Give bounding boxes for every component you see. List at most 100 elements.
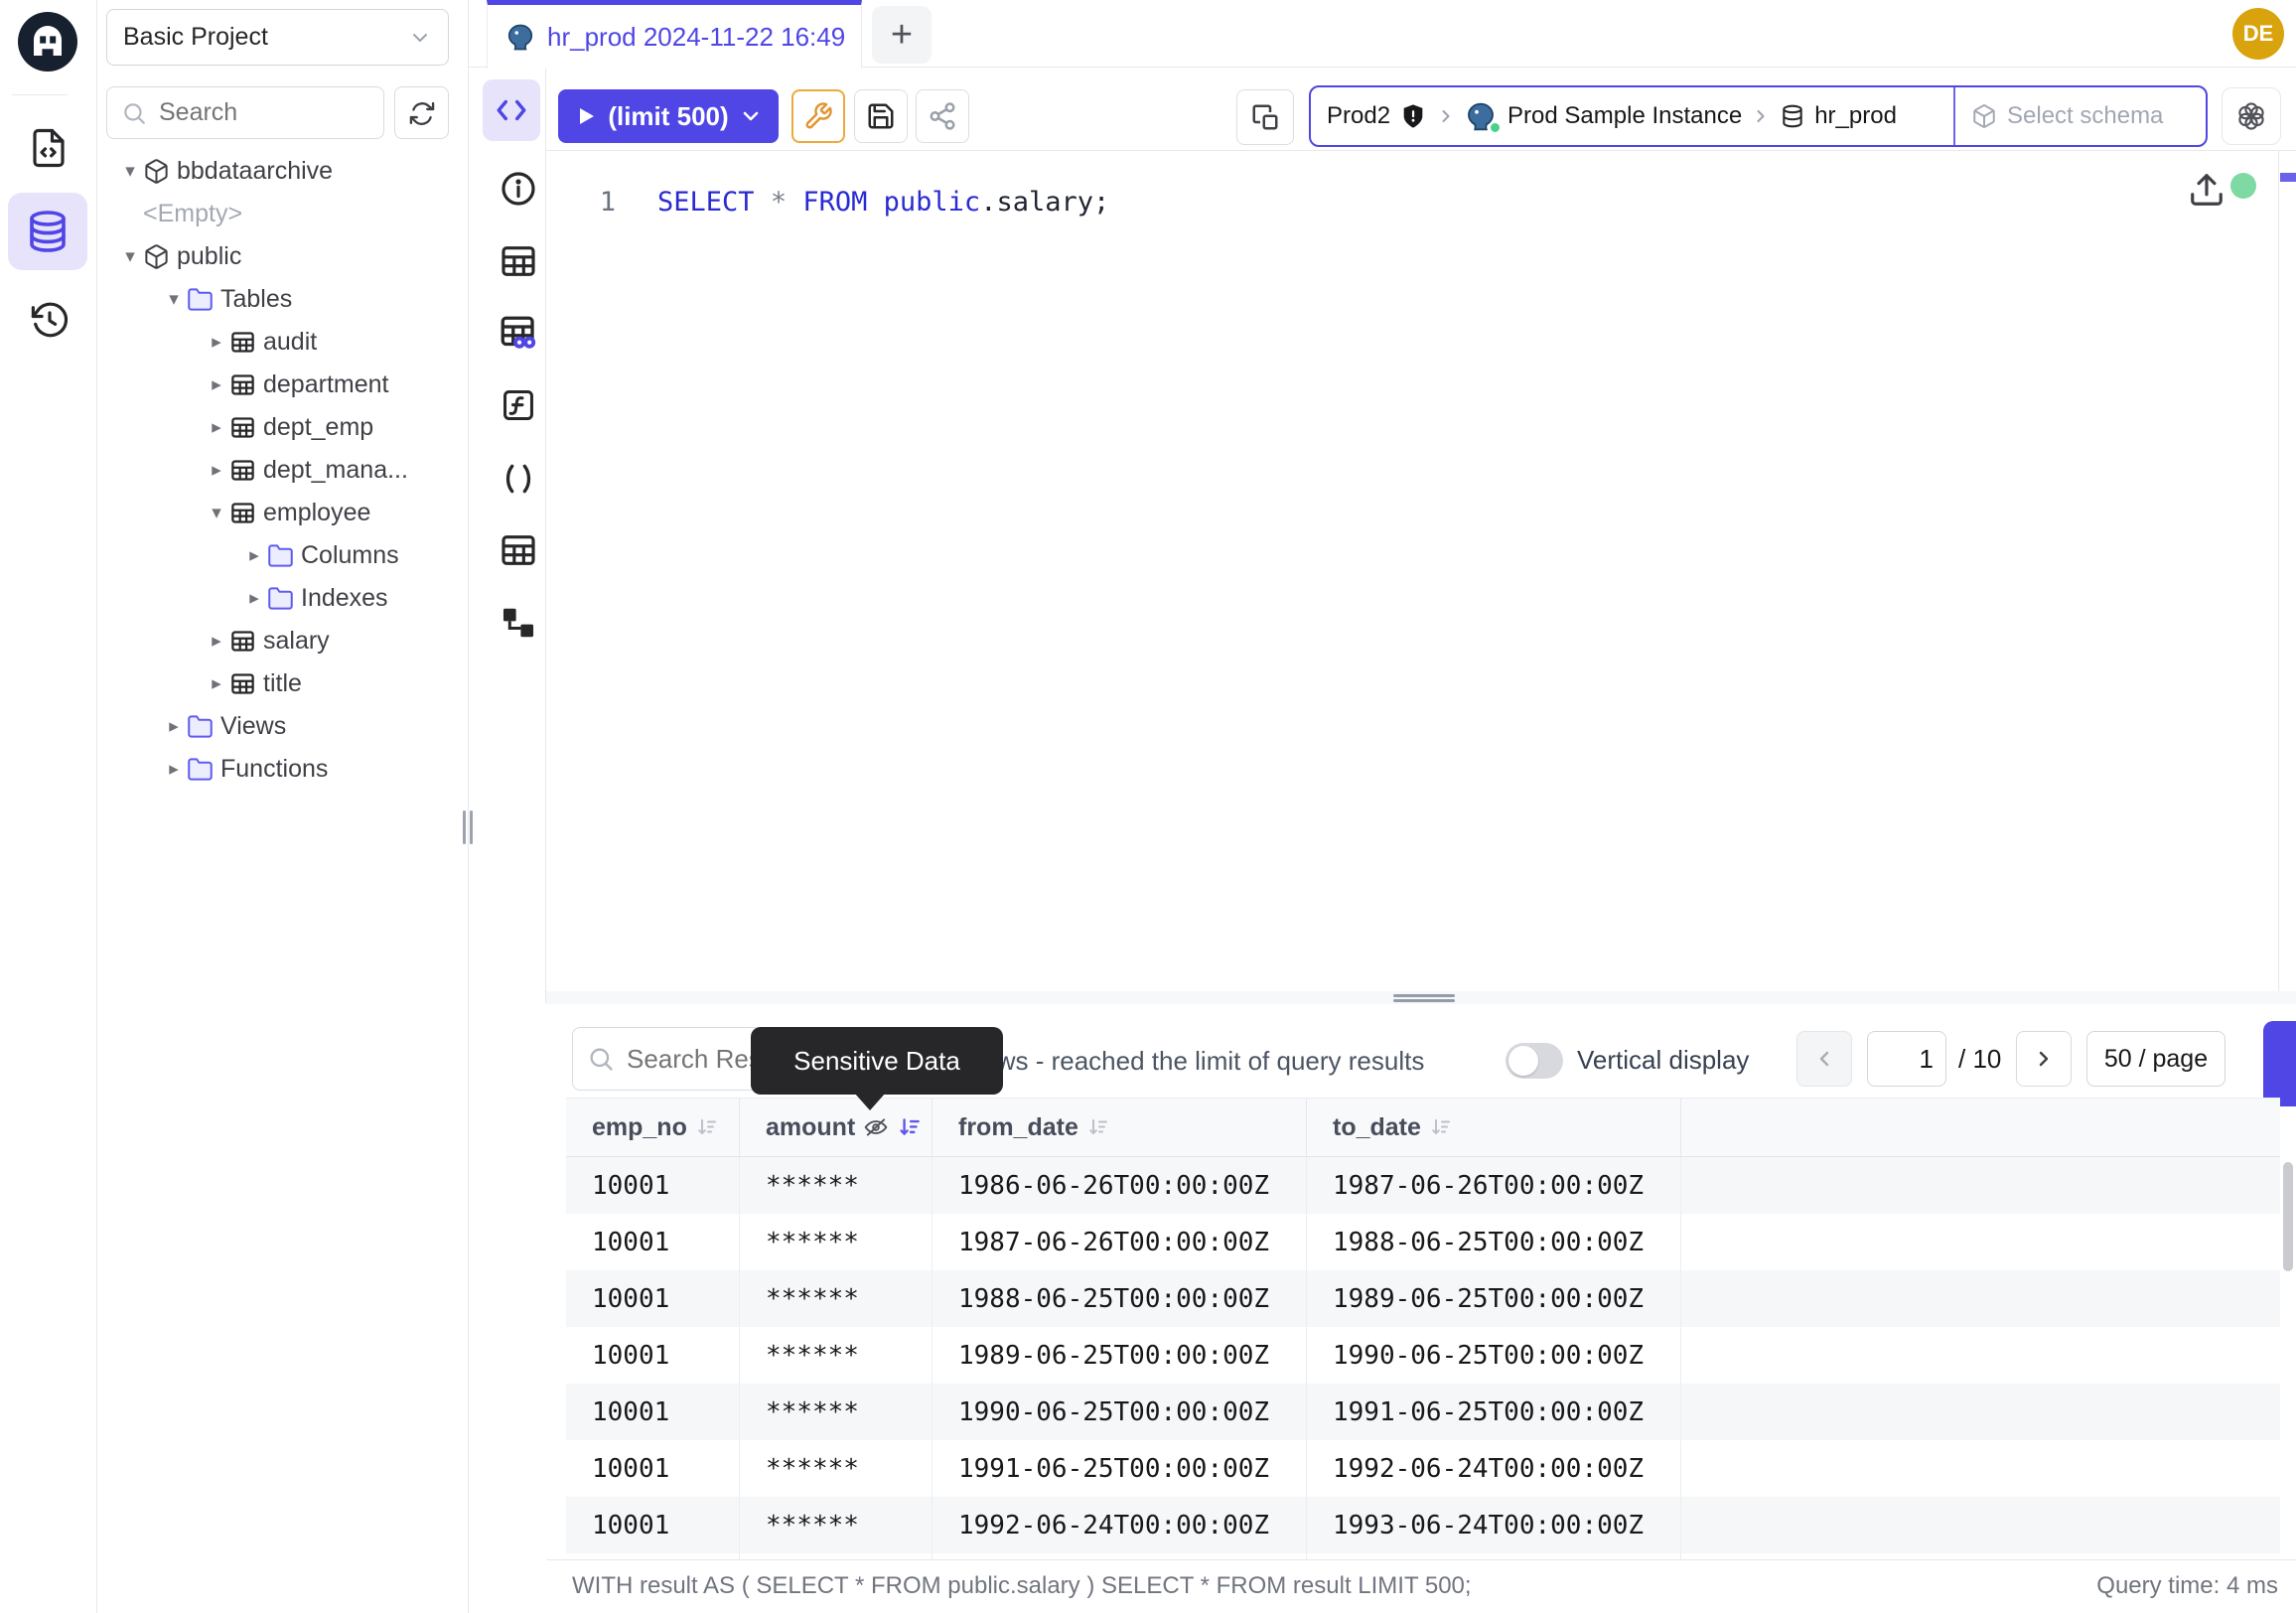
share-icon [928,101,957,131]
connection-breadcrumb[interactable]: Prod2 Prod Sample Instance hr_prod Selec… [1309,85,2208,147]
caret-right-icon[interactable]: ▸ [161,715,187,738]
schema-diagram-panel-button[interactable] [495,599,542,647]
sidebar-search-input[interactable] [159,98,348,127]
editor-scrollbar[interactable] [2278,151,2279,1003]
caret-right-icon[interactable]: ▸ [161,758,187,781]
tree-item-title[interactable]: ▸ title [97,662,467,705]
user-avatar[interactable]: DE [2232,8,2284,60]
sort-icon[interactable] [1086,1115,1110,1139]
column-header-amount[interactable]: amount [740,1099,933,1156]
caret-right-icon[interactable]: ▸ [204,672,229,695]
table-row[interactable]: 10001******1992-06-24T00:00:00Z1993-06-2… [566,1497,2280,1553]
format-sql-button[interactable] [791,89,845,143]
shield-icon [1399,102,1427,130]
tables-panel-button[interactable] [495,237,542,285]
project-selector[interactable]: Basic Project [106,9,449,66]
caret-right-icon[interactable]: ▸ [241,544,267,567]
tree-item-salary[interactable]: ▸ salary [97,620,467,662]
rail-item-history[interactable] [24,294,75,346]
ai-assistant-button[interactable] [2222,87,2281,145]
caret-down-icon[interactable]: ▾ [161,288,187,311]
rail-item-database[interactable] [8,193,87,270]
tree-item-bbdataarchive[interactable]: ▾ bbdataarchive [97,150,467,193]
toggle-knob [1508,1046,1538,1076]
results-resize-handle[interactable] [546,991,2296,1004]
save-button[interactable] [854,89,908,143]
caret-down-icon[interactable]: ▾ [117,160,143,183]
tree-label: Tables [220,285,292,314]
schema-selector[interactable]: Select schema [1955,87,2206,145]
tree-item-views[interactable]: ▸ Views [97,705,467,748]
functions-panel-button[interactable] [495,381,542,429]
tree-label: dept_emp [263,413,373,442]
new-tab-button[interactable]: + [872,6,932,64]
column-header-from-date[interactable]: from_date [933,1099,1307,1156]
sidebar-resize-handle[interactable] [461,807,475,847]
tree-item-columns[interactable]: ▸ Columns [97,534,467,577]
table-row[interactable]: 10001******1986-06-26T00:00:00Z1987-06-2… [566,1157,2280,1214]
caret-right-icon[interactable]: ▸ [204,459,229,482]
prev-page-button[interactable] [1796,1031,1852,1087]
tree-item-indexes[interactable]: ▸ Indexes [97,577,467,620]
caret-right-icon[interactable]: ▸ [204,331,229,354]
folder-icon [267,585,301,612]
sort-desc-icon[interactable] [897,1114,923,1140]
bytebase-logo[interactable] [16,10,79,73]
run-query-button[interactable]: (limit 500) [558,89,779,143]
search-icon [587,1045,615,1073]
tree-label: Columns [301,541,399,570]
tree-item-department[interactable]: ▸ department [97,364,467,406]
editor-line-1[interactable]: 1 SELECT * FROM public.salary; [590,187,1109,218]
batch-icon [1250,102,1280,132]
table-row[interactable]: 10001******1991-06-25T00:00:00Z1992-06-2… [566,1440,2280,1497]
sort-icon[interactable] [1429,1115,1453,1139]
tree-item-employee[interactable]: ▾ employee [97,492,467,534]
rail-item-worksheet[interactable] [22,121,75,175]
schema-placeholder: Select schema [2007,102,2163,130]
table-row[interactable]: 10001******1988-06-25T00:00:00Z1989-06-2… [566,1270,2280,1327]
tree-item-dept-manager[interactable]: ▸ dept_mana... [97,449,467,492]
caret-right-icon[interactable]: ▸ [241,587,267,610]
batch-query-button[interactable] [1236,89,1294,145]
vertical-display-toggle[interactable] [1506,1043,1563,1079]
page-size-select[interactable]: 50 / page [2086,1031,2225,1087]
external-tables-panel-button[interactable] [495,526,542,574]
table-icon [229,500,263,526]
tree-label: bbdataarchive [177,157,333,186]
table-icon [499,530,538,570]
refresh-button[interactable] [394,86,449,139]
share-button[interactable] [916,89,969,143]
tree-label: <Empty> [143,200,242,228]
tab-hr-prod[interactable]: hr_prod 2024-11-22 16:49 [487,0,862,69]
eye-off-icon[interactable] [863,1114,889,1140]
sort-icon[interactable] [695,1115,719,1139]
caret-right-icon[interactable]: ▸ [204,373,229,396]
caret-right-icon[interactable]: ▸ [204,416,229,439]
upload-button[interactable] [2188,171,2225,209]
tree-item-tables[interactable]: ▾ Tables [97,278,467,321]
sidebar-search[interactable] [106,86,384,139]
table-row[interactable]: 10001******1989-06-25T00:00:00Z1990-06-2… [566,1327,2280,1384]
next-page-button[interactable] [2016,1031,2072,1087]
tree-item-functions[interactable]: ▸ Functions [97,748,467,791]
connection-context[interactable]: Prod2 Prod Sample Instance hr_prod [1311,87,1953,145]
export-button[interactable] [2263,1021,2296,1106]
results-scrollbar[interactable] [2283,1162,2293,1271]
page-number-input[interactable] [1867,1031,1946,1087]
table-detail-panel-button[interactable] [495,310,542,358]
procedures-panel-button[interactable] [495,455,542,503]
caret-right-icon[interactable]: ▸ [204,630,229,653]
tree-item-public[interactable]: ▾ public [97,235,467,278]
sql-editor-panel-button[interactable] [483,79,540,141]
tree-item-audit[interactable]: ▸ audit [97,321,467,364]
tree-item-dept-emp[interactable]: ▸ dept_emp [97,406,467,449]
column-header-emp-no[interactable]: emp_no [566,1099,740,1156]
table-row[interactable]: 10001******1987-06-26T00:00:00Z1988-06-2… [566,1214,2280,1270]
info-panel-button[interactable] [495,165,542,213]
table-row[interactable]: 10001******1990-06-25T00:00:00Z1991-06-2… [566,1384,2280,1440]
caret-down-icon[interactable]: ▾ [204,502,229,524]
folder-icon [187,286,220,313]
schema-cube-icon [143,158,177,185]
column-header-to-date[interactable]: to_date [1307,1099,1681,1156]
caret-down-icon[interactable]: ▾ [117,245,143,268]
